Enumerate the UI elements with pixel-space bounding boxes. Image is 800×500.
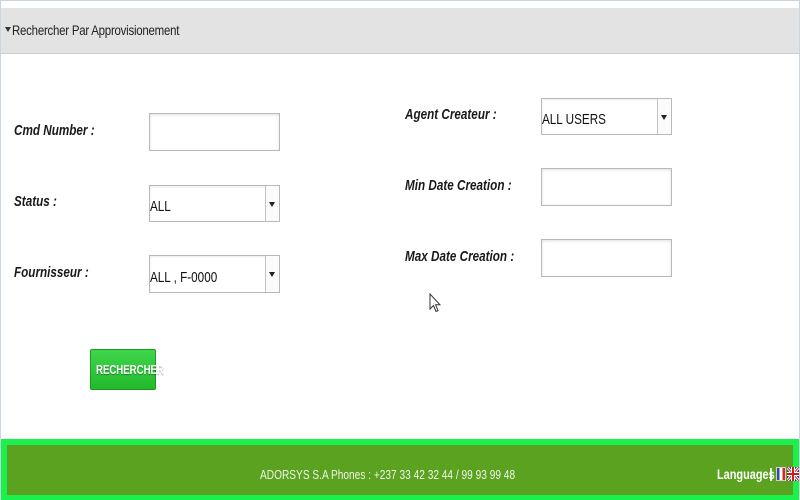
languages-separator: | — [769, 465, 773, 481]
flag-uk-icon[interactable] — [787, 467, 799, 481]
cmd-number-input[interactable] — [149, 113, 280, 151]
dropdown-arrow-icon[interactable] — [265, 186, 279, 221]
fournisseur-select[interactable]: ALL , F-0000 — [149, 255, 280, 293]
max-date-creation-label: Max Date Creation : — [405, 248, 515, 265]
footer: ADORSYS S.A Phones : +237 33 42 32 44 / … — [1, 439, 799, 500]
languages-label: Languages — [717, 466, 775, 482]
fournisseur-label: Fournisseur : — [14, 264, 89, 281]
dropdown-arrow-icon[interactable] — [657, 99, 671, 134]
rechercher-button-label: RECHERCHER — [96, 362, 164, 377]
panel-header[interactable]: Rechercher Par Approvisionement — [1, 8, 799, 54]
company-contact-text: ADORSYS S.A Phones : +237 33 42 32 44 / … — [260, 467, 516, 482]
status-select[interactable]: ALL — [149, 185, 280, 222]
footer-bar: ADORSYS S.A Phones : +237 33 42 32 44 / … — [7, 445, 799, 495]
rechercher-button[interactable]: RECHERCHER — [90, 349, 164, 390]
min-date-creation-input[interactable] — [541, 168, 672, 206]
cmd-number-label: Cmd Number : — [14, 122, 95, 139]
flag-fr-icon[interactable] — [776, 467, 786, 481]
page: Rechercher Par Approvisionement Cmd Numb… — [0, 0, 800, 500]
agent-createur-select-value: ALL USERS — [542, 111, 606, 128]
min-date-creation-label: Min Date Creation : — [405, 177, 512, 194]
status-label: Status : — [14, 193, 57, 210]
agent-createur-select[interactable]: ALL USERS — [541, 98, 672, 135]
status-select-value: ALL — [150, 198, 171, 215]
panel-title: Rechercher Par Approvisionement — [12, 22, 180, 38]
collapse-arrow-icon[interactable] — [5, 27, 11, 32]
dropdown-arrow-icon[interactable] — [265, 256, 279, 292]
max-date-creation-input[interactable] — [541, 239, 672, 277]
fournisseur-select-value: ALL , F-0000 — [150, 269, 218, 286]
agent-createur-label: Agent Createur : — [405, 106, 497, 123]
mouse-cursor-icon — [429, 293, 441, 313]
